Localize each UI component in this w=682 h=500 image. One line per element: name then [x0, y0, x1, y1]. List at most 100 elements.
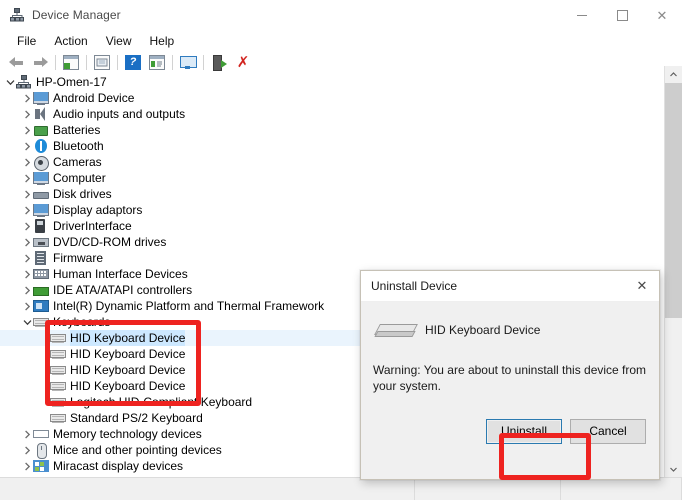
- tree-item[interactable]: DVD/CD-ROM drives: [0, 234, 660, 250]
- show-hidden-devices-button[interactable]: [176, 52, 200, 74]
- scan-hardware-changes-button[interactable]: [145, 52, 169, 74]
- scroll-up-button[interactable]: [665, 66, 682, 83]
- toolbar-separator: [117, 55, 118, 70]
- hid-icon: [33, 267, 49, 281]
- bluetooth-icon: [33, 139, 49, 153]
- disk-drive-icon: [33, 187, 49, 201]
- back-icon: [8, 57, 24, 68]
- tree-root-item[interactable]: HP-Omen-17: [0, 74, 660, 90]
- status-section-1: [415, 478, 561, 500]
- tree-item-label: Android Device: [53, 91, 135, 105]
- tree-item-label: Memory technology devices: [53, 427, 202, 441]
- chevron-right-icon[interactable]: [21, 90, 33, 106]
- tree-expander-none: [38, 330, 50, 346]
- tree-item-label: Bluetooth: [53, 139, 104, 153]
- dialog-title-bar: Uninstall Device ✕: [361, 271, 659, 302]
- chevron-right-icon[interactable]: [21, 250, 33, 266]
- firmware-icon: [33, 251, 49, 265]
- vertical-scrollbar[interactable]: [664, 66, 682, 478]
- chevron-right-icon[interactable]: [21, 218, 33, 234]
- keyboard-icon: [374, 316, 418, 342]
- chevron-right-icon[interactable]: [21, 234, 33, 250]
- tree-item[interactable]: Display adaptors: [0, 202, 660, 218]
- dialog-close-button[interactable]: ✕: [625, 271, 659, 301]
- maximize-icon: [616, 9, 628, 21]
- tree-item[interactable]: Computer: [0, 170, 660, 186]
- menu-bar: File Action View Help: [0, 30, 682, 51]
- toolbar-separator: [172, 55, 173, 70]
- chevron-right-icon[interactable]: [21, 170, 33, 186]
- tree-item[interactable]: Bluetooth: [0, 138, 660, 154]
- tree-item-label: DVD/CD-ROM drives: [53, 235, 167, 249]
- status-message: [0, 478, 415, 500]
- close-icon: ✕: [656, 7, 668, 23]
- menu-action[interactable]: Action: [45, 32, 96, 50]
- tree-item-label: Intel(R) Dynamic Platform and Thermal Fr…: [53, 299, 325, 313]
- status-section-2: [561, 478, 682, 500]
- update-driver-button[interactable]: [90, 52, 114, 74]
- tree-item[interactable]: Audio inputs and outputs: [0, 106, 660, 122]
- mouse-icon: [33, 443, 49, 459]
- title-bar: Device Manager ✕: [0, 0, 682, 30]
- intel-thermal-icon: [33, 299, 49, 313]
- menu-help[interactable]: Help: [141, 32, 184, 50]
- minimize-icon: [577, 14, 587, 16]
- keyboard-group-icon: [33, 315, 49, 329]
- android-device-icon: [33, 91, 49, 105]
- keyboard-icon: [50, 363, 66, 377]
- forward-button[interactable]: [28, 52, 52, 74]
- tree-item[interactable]: Firmware: [0, 250, 660, 266]
- keyboard-icon: [50, 395, 66, 409]
- help-button[interactable]: ?: [121, 52, 145, 74]
- toolbar-separator: [55, 55, 56, 70]
- uninstall-device-button[interactable]: ✗: [231, 52, 255, 74]
- chevron-right-icon[interactable]: [21, 458, 33, 474]
- tree-item[interactable]: Disk drives: [0, 186, 660, 202]
- driver-interface-icon: [33, 219, 49, 233]
- chevron-right-icon[interactable]: [21, 426, 33, 442]
- computer-icon: [33, 171, 49, 185]
- tree-item[interactable]: Android Device: [0, 90, 660, 106]
- scroll-down-button[interactable]: [665, 461, 682, 478]
- properties-button[interactable]: [59, 52, 83, 74]
- chevron-right-icon[interactable]: [21, 298, 33, 314]
- chevron-right-icon[interactable]: [21, 154, 33, 170]
- display-adapter-icon: [33, 203, 49, 217]
- scrollbar-thumb[interactable]: [665, 83, 682, 318]
- tree-item-label: Firmware: [53, 251, 103, 265]
- chevron-right-icon[interactable]: [21, 282, 33, 298]
- window-controls: ✕: [562, 0, 682, 30]
- tree-item[interactable]: DriverInterface: [0, 218, 660, 234]
- window-title: Device Manager: [32, 8, 121, 22]
- tree-expander-none: [38, 378, 50, 394]
- tree-item[interactable]: Batteries: [0, 122, 660, 138]
- show-hidden-devices-icon: [180, 55, 197, 70]
- memory-icon: [33, 427, 49, 441]
- chevron-right-icon[interactable]: [21, 266, 33, 282]
- minimize-button[interactable]: [562, 0, 602, 30]
- cancel-button[interactable]: Cancel: [570, 418, 646, 444]
- chevron-right-icon[interactable]: [21, 138, 33, 154]
- dvd-drive-icon: [33, 235, 49, 249]
- chevron-down-icon[interactable]: [21, 314, 33, 330]
- tree-item[interactable]: Cameras: [0, 154, 660, 171]
- uninstall-button[interactable]: Uninstall: [486, 418, 562, 444]
- tree-item-label: Audio inputs and outputs: [53, 107, 186, 121]
- update-driver-icon: [94, 55, 110, 70]
- enable-device-button[interactable]: [207, 52, 231, 74]
- menu-view[interactable]: View: [97, 32, 141, 50]
- toolbar: ? ✗: [0, 51, 682, 75]
- close-button[interactable]: ✕: [642, 0, 682, 30]
- maximize-button[interactable]: [602, 0, 642, 30]
- chevron-right-icon[interactable]: [21, 186, 33, 202]
- chevron-right-icon[interactable]: [21, 122, 33, 138]
- chevron-right-icon[interactable]: [21, 106, 33, 122]
- menu-file[interactable]: File: [8, 32, 45, 50]
- chevron-down-icon[interactable]: [4, 74, 16, 90]
- chevron-right-icon[interactable]: [21, 442, 33, 458]
- device-manager-window: Device Manager ✕ File Action View Help ?…: [0, 0, 682, 500]
- chevron-right-icon[interactable]: [21, 202, 33, 218]
- tree-item-label: Computer: [53, 171, 106, 185]
- back-button[interactable]: [4, 52, 28, 74]
- device-manager-icon: [9, 7, 25, 23]
